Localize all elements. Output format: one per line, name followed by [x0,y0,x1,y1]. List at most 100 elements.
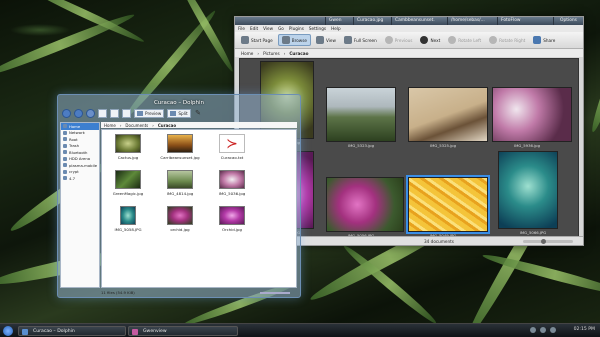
file-item[interactable]: Carribeansunset.jpg [160,134,200,160]
gwenview-icon [132,329,138,335]
taskbar: Curacao – Dolphin Gwenview 02:15 PM [0,323,600,337]
breadcrumb-pictures[interactable]: Pictures [263,51,280,56]
network-icon [63,130,67,135]
window-tab[interactable]: Curacao.jpg [353,17,391,25]
preview-button[interactable]: Preview [134,109,165,118]
thumbnail-item[interactable]: IMG_5325.jpg [408,87,488,148]
browse-button[interactable]: Browse [277,34,311,46]
dolphin-window[interactable]: Curacao – Dolphin Preview Split ✎ Home ›… [57,94,301,298]
file-item[interactable]: IMG_4814.jpg [160,170,200,196]
file-name: Curacao.txt [220,155,244,160]
thumbnail-item[interactable]: IMG_5066.JPG [498,151,568,235]
file-item[interactable]: IMG_5058.JPG [108,206,148,232]
back-button[interactable] [62,109,71,118]
file-item[interactable]: Orchid.jpg [212,206,252,232]
wrench-icon[interactable]: ✎ [194,109,203,118]
kde-menu-icon[interactable] [3,326,13,336]
menu-go[interactable]: Go [278,26,284,31]
file-name: Orchid.jpg [222,227,242,232]
rotate-left-label: Rotate Left [458,37,482,43]
rotate-left-button[interactable]: Rotate Left [445,34,484,46]
view-button[interactable]: View [313,34,339,46]
preview-label: Preview [145,111,162,116]
zoom-slider[interactable] [523,239,573,244]
breadcrumb-documents[interactable]: Documents [125,123,148,128]
home-icon [241,36,249,44]
rotate-right-button[interactable]: Rotate Right [486,34,528,46]
menu-edit[interactable]: Edit [250,26,258,31]
browse-label: Browse [291,37,307,43]
clock: 02:15 PM [573,327,595,332]
full-screen-button[interactable]: Full Screen [341,34,380,46]
next-button[interactable]: Next [417,34,443,46]
icons-view-button[interactable] [98,109,107,118]
menu-bar: File Edit View Go Plugins Settings Help [235,25,583,32]
up-button[interactable] [86,109,95,118]
notifications-icon[interactable] [550,327,556,333]
window-tab[interactable]: FotoFlow [497,17,537,25]
place-label: Trash [69,143,80,149]
full-screen-label: Full Screen [353,37,377,43]
previous-button[interactable]: Previous [382,34,416,46]
drive-icon [63,156,67,161]
breadcrumb-curacao[interactable]: Curacao [289,51,308,56]
task-dolphin[interactable]: Curacao – Dolphin [18,326,126,336]
menu-view[interactable]: View [263,26,273,31]
menu-settings[interactable]: Settings [309,26,326,31]
file-name: orchid.jpg [170,227,190,232]
forward-button[interactable] [74,109,83,118]
menu-plugins[interactable]: Plugins [289,26,304,31]
drive-icon [63,176,67,181]
thumbnail-item[interactable]: IMG_5323.jpg [326,87,396,148]
arrow-right-icon [420,36,429,44]
thumbnail-item[interactable]: IMG_5056.JPG [326,177,404,238]
places-panel: Home Network Root Trash Bluetooth HDD Ar… [60,122,100,288]
thumbnail-item[interactable]: IMG_5936.jpg [492,87,572,148]
dolphin-status: 11 files (54.9 KiB) [101,290,135,295]
file-item[interactable]: Cactus.jpg [108,134,148,160]
thumbnail-image [326,87,396,142]
zoom-slider-handle[interactable] [541,239,546,244]
file-item[interactable]: orchid.jpg [160,206,200,232]
grid-icon [281,36,290,44]
file-thumbnail [219,206,245,225]
columns-view-button[interactable] [122,109,131,118]
split-button[interactable]: Split [167,109,191,118]
thumbnail-image [492,87,572,142]
details-view-button[interactable] [110,109,119,118]
zoom-slider[interactable] [260,292,290,294]
menu-help[interactable]: Help [331,26,341,31]
thumbnail-caption: IMG_5325.jpg [430,143,456,148]
thumbnail-image [326,177,404,232]
window-tab[interactable]: Cambbeansunset. [391,17,447,25]
breadcrumb-home[interactable]: Home [241,51,253,56]
next-label: Next [430,37,441,43]
breadcrumb-curacao[interactable]: Curacao [158,123,176,128]
volume-icon[interactable] [540,327,546,333]
thumbnail-item-selected[interactable]: IMG_5049.JPG [406,175,490,238]
breadcrumb-home[interactable]: Home [104,123,116,128]
folder-icon [63,137,67,142]
gwenview-titlebar[interactable]: Gwen Curacao.jpg Cambbeansunset. /home/s… [235,17,583,25]
place-4-7[interactable]: 4.7 [61,175,99,182]
thumbnail-caption: IMG_5066.JPG [519,230,547,235]
rotate-right-icon [489,36,498,44]
options-button[interactable]: Options [553,17,583,25]
view-label: View [325,37,336,43]
share-icon [533,36,542,44]
start-page-button[interactable]: Start Page [238,34,276,46]
network-icon[interactable] [530,327,536,333]
rotate-right-label: Rotate Right [499,37,526,43]
window-tab[interactable]: Gwen [325,17,353,25]
share-button[interactable]: Share [530,34,558,46]
menu-file[interactable]: File [238,26,245,31]
breadcrumb-separator: › [152,122,154,128]
file-item[interactable]: ≻ Curacao.txt [212,134,252,160]
window-tab[interactable]: /home/sebas/... [447,17,497,25]
place-label: plasma-mobile [69,162,98,168]
home-icon [63,124,67,129]
task-gwenview[interactable]: Gwenview [128,326,238,336]
file-thumbnail [167,134,193,153]
file-item[interactable]: GreenMagic.jpg [108,170,148,196]
file-item[interactable]: IMG_5036.jpg [212,170,252,196]
